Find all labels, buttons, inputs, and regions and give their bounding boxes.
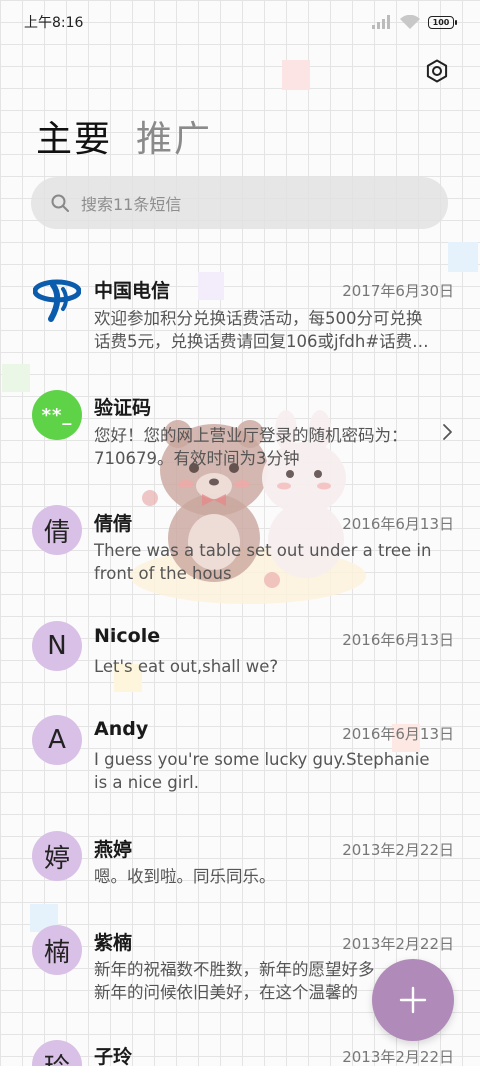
status-time: 上午8:16 (24, 15, 84, 31)
wifi-icon (400, 15, 420, 29)
compose-plus-icon (399, 986, 427, 1014)
status-bar: 上午8:16 100 (0, 0, 480, 44)
contact-avatar: N (32, 621, 82, 671)
china-telecom-logo-icon (32, 274, 82, 324)
tab-bar: 主要 推广 (36, 110, 212, 162)
message-date: 2013年2月22日 (342, 1048, 454, 1066)
preview-line: 话费5元，兑换话费请回复106或jfdh#话费… (94, 332, 429, 351)
sender-name: Nicole (94, 625, 161, 647)
chevron-right-icon[interactable] (442, 423, 454, 441)
sender-name: 中国电信 (94, 280, 171, 302)
message-date: 2017年6月30日 (342, 282, 454, 300)
message-preview: There was a table set out under a tree i… (94, 539, 446, 585)
contact-avatar: 玲 (32, 1040, 82, 1066)
search-input[interactable]: 搜索11条短信 (31, 177, 448, 229)
preview-line: 您好！您的网上营业厅登录的随机密码为： (94, 426, 408, 445)
message-date: 2016年6月13日 (342, 631, 454, 649)
sender-name: 倩倩 (94, 513, 133, 535)
message-item[interactable]: **_ 验证码 您好！您的网上营业厅登录的随机密码为： 710679。有效时间为… (0, 384, 480, 484)
battery-level: 100 (432, 17, 450, 27)
message-item[interactable]: 倩 倩倩 2016年6月13日 There was a table set ou… (0, 502, 480, 602)
settings-icon (426, 59, 448, 83)
preview-line: There was a table set out under a tree i… (94, 541, 432, 560)
sender-name: 燕婷 (94, 839, 133, 861)
message-item[interactable]: 婷 燕婷 2013年2月22日 嗯。收到啦。同乐同乐。 (0, 828, 480, 908)
search-placeholder: 搜索11条短信 (81, 195, 182, 214)
sender-name: 紫楠 (94, 932, 133, 954)
message-preview: 您好！您的网上营业厅登录的随机密码为： 710679。有效时间为3分钟 (94, 424, 446, 470)
message-preview: 嗯。收到啦。同乐同乐。 (94, 865, 446, 888)
preview-line: I guess you're some lucky guy.Stephanie (94, 750, 430, 769)
contact-avatar: 倩 (32, 505, 82, 555)
message-date: 2013年2月22日 (342, 935, 454, 953)
preview-line: is a nice girl. (94, 773, 199, 792)
message-date: 2016年6月13日 (342, 725, 454, 743)
message-preview: Let's eat out,shall we? (94, 655, 446, 678)
message-item[interactable]: N Nicole 2016年6月13日 Let's eat out,shall … (0, 618, 480, 698)
tab-primary[interactable]: 主要 (36, 110, 112, 162)
signal-icon (372, 15, 390, 29)
settings-button[interactable] (422, 56, 452, 86)
sender-name: Andy (94, 718, 149, 740)
verification-avatar: **_ (32, 390, 82, 440)
compose-button[interactable] (372, 959, 454, 1041)
status-icons: 100 (372, 15, 457, 29)
message-item[interactable]: 中国电信 2017年6月30日 欢迎参加积分兑换话费活动，每500分可兑换 话费… (0, 266, 480, 366)
preview-line: 嗯。收到啦。同乐同乐。 (94, 867, 276, 886)
preview-line: 710679。有效时间为3分钟 (94, 449, 300, 468)
preview-line: front of the hous (94, 564, 232, 583)
message-date: 2013年2月22日 (342, 841, 454, 859)
contact-avatar: A (32, 715, 82, 765)
preview-line: 欢迎参加积分兑换话费活动，每500分可兑换 (94, 309, 423, 328)
message-preview: 欢迎参加积分兑换话费活动，每500分可兑换 话费5元，兑换话费请回复106或jf… (94, 307, 446, 353)
tab-promotions[interactable]: 推广 (136, 110, 212, 162)
contact-avatar: 婷 (32, 831, 82, 881)
wallpaper-tile (282, 60, 310, 90)
contact-avatar: 楠 (32, 925, 82, 975)
sender-name: 验证码 (94, 397, 152, 419)
message-date: 2016年6月13日 (342, 515, 454, 533)
battery-icon: 100 (428, 15, 457, 29)
preview-line: Let's eat out,shall we? (94, 657, 279, 676)
message-item[interactable]: A Andy 2016年6月13日 I guess you're some lu… (0, 712, 480, 812)
message-preview: I guess you're some lucky guy.Stephanie … (94, 748, 446, 794)
sender-name: 子玲 (94, 1046, 133, 1066)
search-icon (51, 194, 69, 212)
